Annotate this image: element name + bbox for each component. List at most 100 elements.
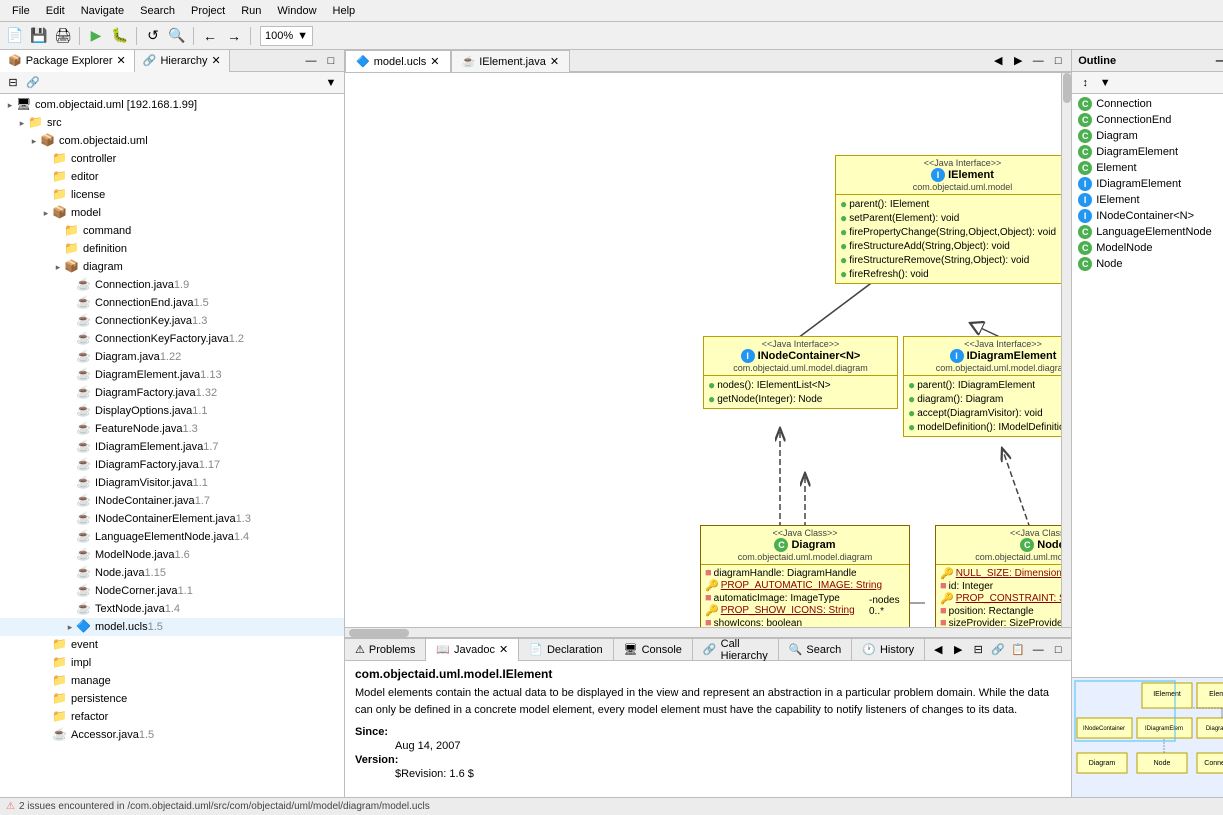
run-button[interactable]: ▶ — [85, 25, 107, 47]
bottom-nav-forward[interactable]: ▶ — [949, 641, 967, 659]
tree-editor[interactable]: 📁 editor — [0, 168, 344, 186]
zoom-dropdown-icon[interactable]: ▼ — [297, 30, 308, 42]
tree-idiagramvisitor-java[interactable]: ☕ IDiagramVisitor.java 1.1 — [0, 474, 344, 492]
tab-declaration[interactable]: 📄 Declaration — [519, 639, 613, 661]
tree-pkg-main[interactable]: ▸ 📦 com.objectaid.uml — [0, 132, 344, 150]
tree-node-java[interactable]: ☕ Node.java 1.15 — [0, 564, 344, 582]
forward-button[interactable]: → — [223, 25, 245, 47]
collapse-all-button[interactable]: ⊟ — [4, 74, 22, 92]
package-explorer-close[interactable]: ✕ — [117, 54, 126, 67]
bottom-nav-back[interactable]: ◀ — [929, 641, 947, 659]
outline-mini-diagram[interactable]: IElement Element INodeContainer IDiagram… — [1072, 677, 1223, 797]
bottom-minimize[interactable]: — — [1029, 641, 1047, 659]
editor-maximize[interactable]: □ — [1049, 52, 1067, 70]
bottom-toolbar3[interactable]: 📋 — [1009, 641, 1027, 659]
tree-src[interactable]: ▸ 📁 src — [0, 114, 344, 132]
menu-search[interactable]: Search — [132, 3, 183, 19]
maximize-left-button[interactable]: □ — [322, 52, 340, 70]
outline-Node[interactable]: C Node — [1076, 256, 1223, 272]
tab-call-hierarchy[interactable]: 🔗 Call Hierarchy — [693, 639, 779, 661]
menu-navigate[interactable]: Navigate — [73, 3, 132, 19]
tab-console[interactable]: 🖥 Console — [614, 639, 693, 661]
tree-textnode-java[interactable]: ☕ TextNode.java 1.4 — [0, 600, 344, 618]
menu-run[interactable]: Run — [233, 3, 269, 19]
tree-inodecontainerelement-java[interactable]: ☕ INodeContainerElement.java 1.3 — [0, 510, 344, 528]
print-button[interactable]: 🖨 — [52, 25, 74, 47]
menu-project[interactable]: Project — [183, 3, 233, 19]
tab-model-ucls[interactable]: 🔷 model.ucls ✕ — [345, 50, 451, 72]
tree-idiagramfactory-java[interactable]: ☕ IDiagramFactory.java 1.17 — [0, 456, 344, 474]
bottom-toolbar2[interactable]: 🔗 — [989, 641, 1007, 659]
tree-controller[interactable]: 📁 controller — [0, 150, 344, 168]
outline-INodeContainer[interactable]: I INodeContainer<N> — [1076, 208, 1223, 224]
view-menu-button[interactable]: ▼ — [322, 74, 340, 92]
refresh-button[interactable]: ↺ — [142, 25, 164, 47]
zoom-select[interactable]: 100% ▼ — [260, 26, 313, 46]
tree-accessor-java[interactable]: ☕ Accessor.java 1.5 — [0, 726, 344, 744]
tree-definition[interactable]: 📁 definition — [0, 240, 344, 258]
javadoc-close[interactable]: ✕ — [499, 643, 508, 656]
debug-button[interactable]: 🐛 — [109, 25, 131, 47]
outline-DiagramElement[interactable]: C DiagramElement — [1076, 144, 1223, 160]
tree-license[interactable]: 📁 license — [0, 186, 344, 204]
outline-ConnectionEnd[interactable]: C ConnectionEnd — [1076, 112, 1223, 128]
tree-model-ucls[interactable]: ▸ 🔷 model.ucls 1.5 — [0, 618, 344, 636]
editor-nav-left[interactable]: ◀ — [989, 52, 1007, 70]
menu-help[interactable]: Help — [325, 3, 364, 19]
menu-edit[interactable]: Edit — [38, 3, 73, 19]
outline-IDiagramElement[interactable]: I IDiagramElement — [1076, 176, 1223, 192]
tree-event[interactable]: 📁 event — [0, 636, 344, 654]
back-button[interactable]: ← — [199, 25, 221, 47]
tree-impl[interactable]: 📁 impl — [0, 654, 344, 672]
tab-package-explorer[interactable]: 📦 Package Explorer ✕ — [0, 50, 135, 72]
menu-window[interactable]: Window — [269, 3, 324, 19]
outline-Connection[interactable]: C Connection — [1076, 96, 1223, 112]
outline-minimize[interactable]: — — [1212, 52, 1223, 70]
outline-ModelNode[interactable]: C ModelNode — [1076, 240, 1223, 256]
hierarchy-close[interactable]: ✕ — [212, 54, 221, 67]
tree-persistence[interactable]: 📁 persistence — [0, 690, 344, 708]
tree-idiagramelement-java[interactable]: ☕ IDiagramElement.java 1.7 — [0, 438, 344, 456]
tree-featurenode-java[interactable]: ☕ FeatureNode.java 1.3 — [0, 420, 344, 438]
tree-model[interactable]: ▸ 📦 model — [0, 204, 344, 222]
editor-minimize[interactable]: — — [1029, 52, 1047, 70]
model-ucls-close[interactable]: ✕ — [430, 55, 439, 68]
tree-modelnode-java[interactable]: ☕ ModelNode.java 1.6 — [0, 546, 344, 564]
tab-history[interactable]: 🕐 History — [852, 639, 925, 661]
tab-problems[interactable]: ⚠ Problems — [345, 639, 426, 661]
outline-Diagram[interactable]: C Diagram — [1076, 128, 1223, 144]
uml-box-IDiagramElement[interactable]: <<Java Interface>> I IDiagramElement com… — [903, 336, 1071, 437]
save-button[interactable]: 💾 — [28, 25, 50, 47]
tab-hierarchy[interactable]: 🔗 Hierarchy ✕ — [135, 50, 230, 72]
minimize-left-button[interactable]: — — [302, 52, 320, 70]
outline-sort[interactable]: ↕ — [1076, 74, 1094, 92]
bottom-toolbar1[interactable]: ⊟ — [969, 641, 987, 659]
outline-view[interactable]: ▼ — [1096, 74, 1114, 92]
tab-search[interactable]: 🔍 Search — [779, 639, 853, 661]
uml-box-IElement[interactable]: <<Java Interface>> I IElement com.object… — [835, 155, 1071, 284]
tree-connectionend-java[interactable]: ☕ ConnectionEnd.java 1.5 — [0, 294, 344, 312]
tree-diagram-java[interactable]: ☕ Diagram.java 1.22 — [0, 348, 344, 366]
outline-IElement[interactable]: I IElement — [1076, 192, 1223, 208]
diagram-scrollbar-v[interactable] — [1061, 73, 1071, 637]
tree-languageelementnode-java[interactable]: ☕ LanguageElementNode.java 1.4 — [0, 528, 344, 546]
diagram-canvas[interactable]: <<Java Interface>> I IElement com.object… — [345, 73, 1071, 637]
tree-nodecorner-java[interactable]: ☕ NodeCorner.java 1.1 — [0, 582, 344, 600]
link-editor-button[interactable]: 🔗 — [24, 74, 42, 92]
tree-displayoptions-java[interactable]: ☕ DisplayOptions.java 1.1 — [0, 402, 344, 420]
tree-diagram-pkg[interactable]: ▸ 📦 diagram — [0, 258, 344, 276]
diagram-scrollbar-h[interactable] — [345, 627, 1071, 637]
tree-command[interactable]: 📁 command — [0, 222, 344, 240]
tree-refactor[interactable]: 📁 refactor — [0, 708, 344, 726]
ielement-close[interactable]: ✕ — [550, 55, 559, 68]
tree-inodecontainer-java[interactable]: ☕ INodeContainer.java 1.7 — [0, 492, 344, 510]
editor-nav-right[interactable]: ▶ — [1009, 52, 1027, 70]
outline-LanguageElementNode[interactable]: C LanguageElementNode — [1076, 224, 1223, 240]
bottom-maximize[interactable]: □ — [1049, 641, 1067, 659]
new-button[interactable]: 📄 — [4, 25, 26, 47]
tab-javadoc[interactable]: 📖 Javadoc ✕ — [426, 639, 519, 661]
tab-ielement-java[interactable]: ☕ IElement.java ✕ — [451, 50, 571, 72]
search-toolbar-button[interactable]: 🔍 — [166, 25, 188, 47]
tree-diagramfactory-java[interactable]: ☕ DiagramFactory.java 1.32 — [0, 384, 344, 402]
uml-box-Node[interactable]: <<Java Class>> C Node com.objectaid.uml.… — [935, 525, 1071, 632]
